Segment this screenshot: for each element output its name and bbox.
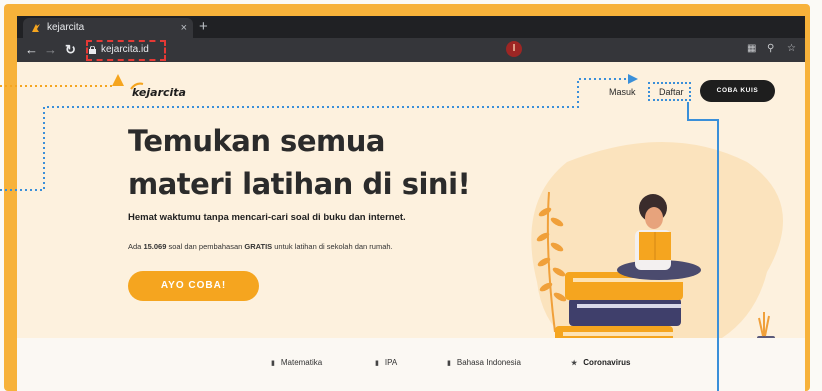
kejarcita-favicon-icon bbox=[32, 24, 40, 32]
category-ipa[interactable]: ▮ IPA bbox=[375, 358, 397, 367]
desc-suffix: untuk latihan di sekolah dan rumah. bbox=[272, 242, 393, 251]
book-icon: ▮ bbox=[271, 360, 275, 367]
masuk-link[interactable]: Masuk bbox=[609, 87, 636, 97]
hero-subtitle: Hemat waktumu tanpa mencari-cari soal di… bbox=[128, 212, 406, 223]
desc-count: 15.069 bbox=[143, 242, 167, 251]
category-label: Matematika bbox=[280, 358, 323, 367]
tab-title: kejarcita bbox=[47, 22, 85, 33]
daftar-highlight-box bbox=[648, 82, 691, 101]
logo-swoosh-icon bbox=[130, 82, 144, 90]
forward-arrow-icon[interactable]: → bbox=[44, 41, 57, 59]
desc-gratis: GRATIS bbox=[244, 242, 273, 251]
translate-icon[interactable]: ▦ bbox=[747, 43, 756, 54]
desc-prefix: Ada bbox=[128, 242, 144, 251]
hero-title-line1: Temukan semua bbox=[128, 124, 385, 158]
url-highlight-box bbox=[86, 40, 166, 61]
hero-description: Ada 15.069 soal dan pembahasan GRATIS un… bbox=[128, 242, 393, 251]
category-matematika[interactable]: ▮ Matematika bbox=[271, 358, 322, 367]
hero-title: Temukan semua materi latihan di sini! bbox=[128, 120, 508, 206]
browser-tab[interactable]: kejarcita × bbox=[23, 18, 193, 38]
category-label: IPA bbox=[384, 358, 398, 367]
category-bar bbox=[17, 338, 805, 391]
ayo-coba-button[interactable]: AYO COBA! bbox=[128, 271, 259, 301]
back-arrow-icon[interactable]: ← bbox=[25, 41, 38, 59]
reload-icon[interactable]: ↻ bbox=[65, 41, 76, 59]
bookmark-star-icon[interactable]: ☆ bbox=[787, 43, 796, 54]
book-icon: ▮ bbox=[375, 360, 379, 367]
category-label: Bahasa Indonesia bbox=[456, 358, 521, 367]
category-label: Coronavirus bbox=[583, 358, 631, 367]
category-bahasa-indonesia[interactable]: ▮ Bahasa Indonesia bbox=[447, 358, 521, 367]
book-icon: ▮ bbox=[447, 360, 451, 367]
desc-mid: soal dan pembahasan bbox=[166, 242, 245, 251]
kejarcita-logo[interactable]: kejarcita bbox=[130, 82, 186, 99]
new-tab-button[interactable]: + bbox=[199, 16, 208, 38]
zoom-icon[interactable]: ⚲ bbox=[767, 43, 774, 54]
browser-tab-strip: kejarcita × + bbox=[17, 16, 805, 38]
hero-title-line2: materi latihan di sini! bbox=[128, 167, 471, 201]
webpage: kejarcita Masuk Daftar COBA KUIS Temukan… bbox=[17, 62, 805, 391]
category-coronavirus[interactable]: ★ Coronavirus bbox=[571, 358, 630, 367]
star-icon: ★ bbox=[571, 360, 578, 367]
coba-kuis-button[interactable]: COBA KUIS bbox=[700, 80, 775, 102]
extension-badge[interactable]: I bbox=[506, 41, 522, 57]
tab-close-icon[interactable]: × bbox=[181, 18, 187, 38]
